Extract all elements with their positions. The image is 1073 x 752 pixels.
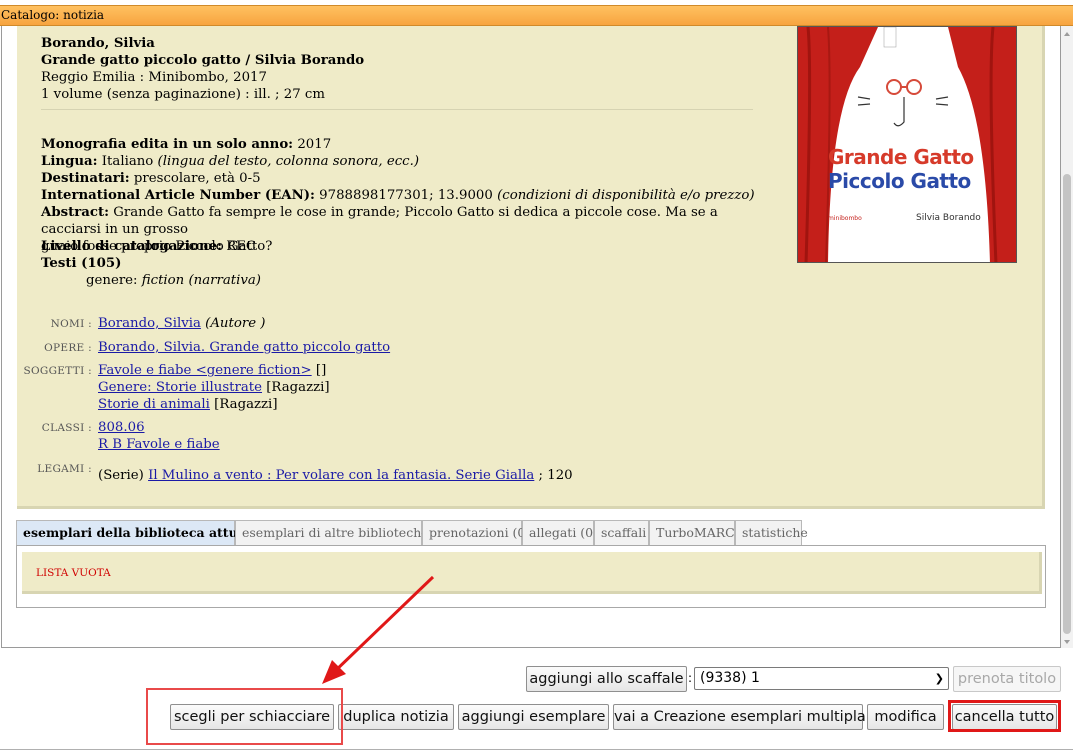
bottom-border — [0, 749, 1073, 750]
annotation-arrow — [322, 575, 435, 684]
